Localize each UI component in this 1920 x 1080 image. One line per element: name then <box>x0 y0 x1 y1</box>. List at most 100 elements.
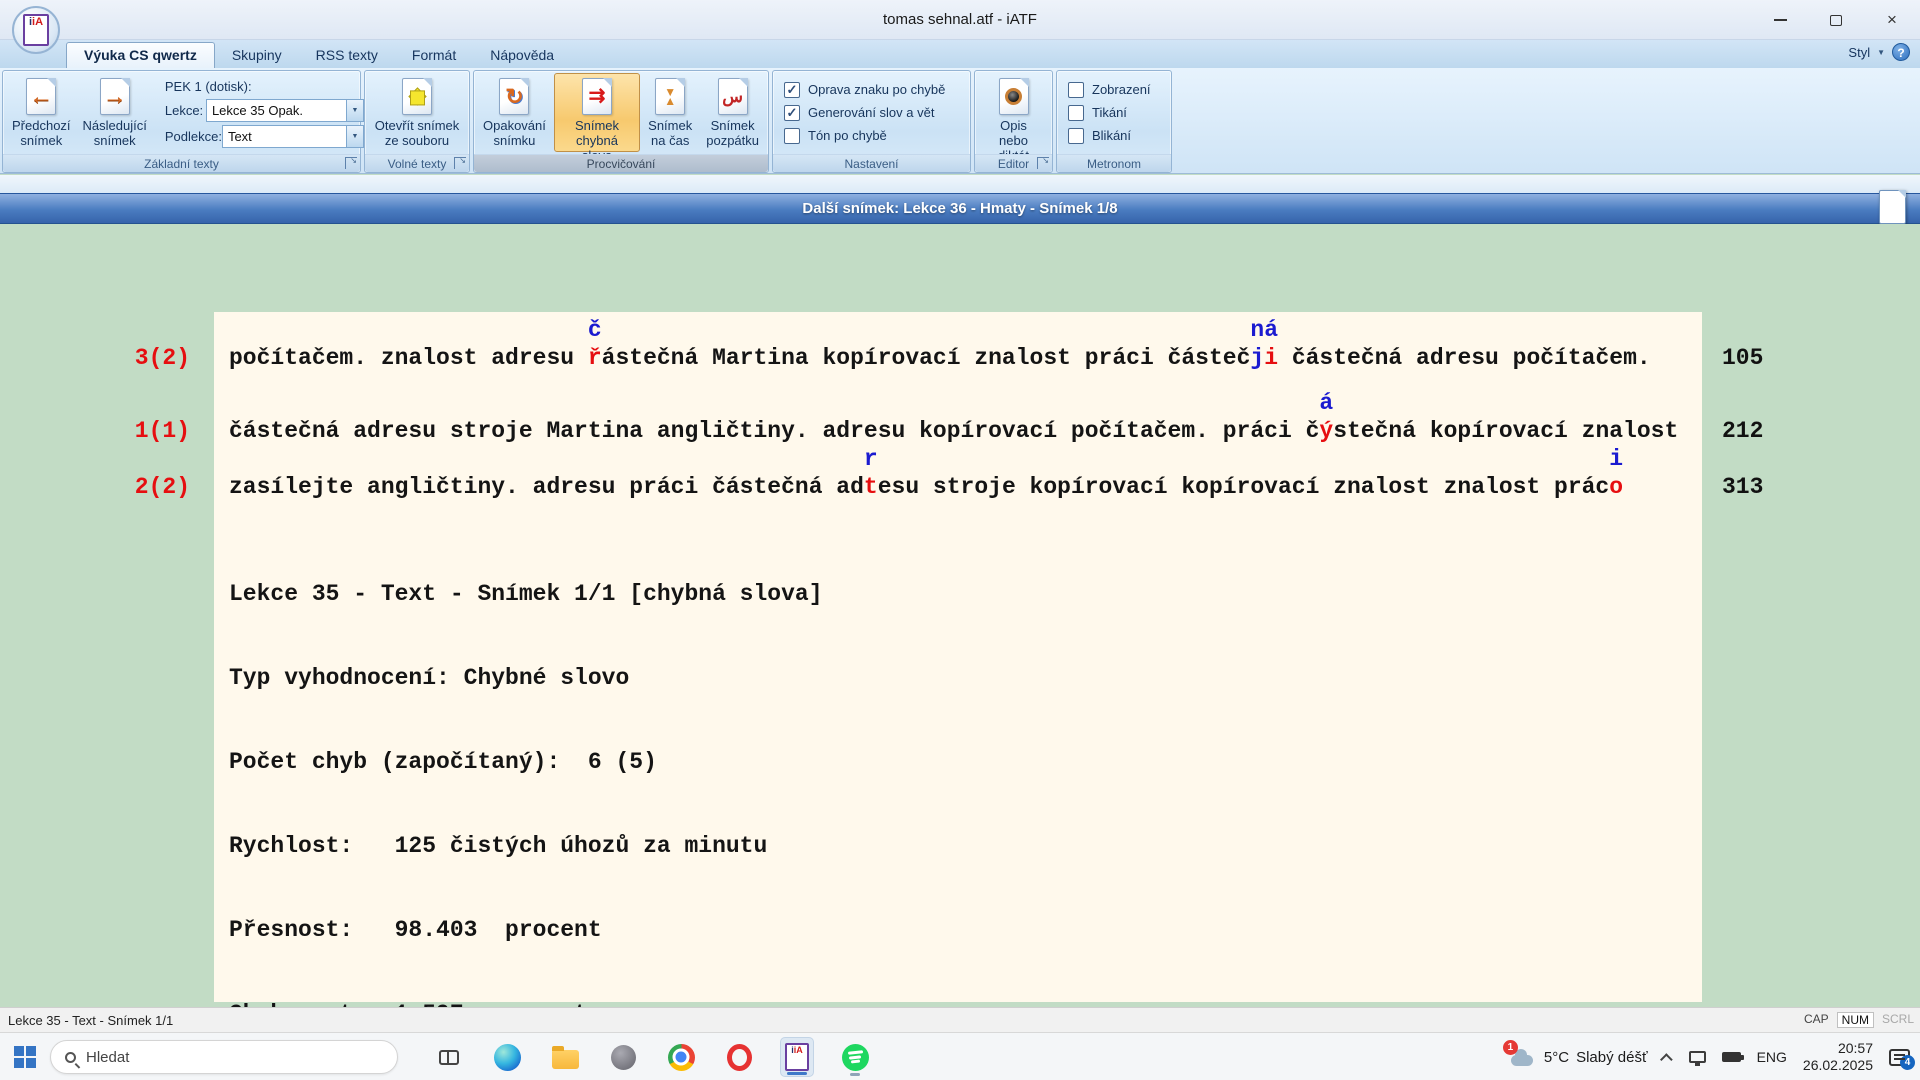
checkbox-icon[interactable]: ✓ <box>1068 128 1084 144</box>
chevron-down-icon[interactable]: ▼ <box>346 100 363 121</box>
checkbox-icon[interactable]: ✓ <box>784 105 800 121</box>
ribbon-tab-row: iiA Výuka CS qwertz Skupiny RSS texty Fo… <box>0 40 1920 68</box>
page-next-icon: → <box>100 78 130 115</box>
speaker-icon <box>999 78 1029 115</box>
task-view-icon <box>439 1050 459 1065</box>
ribbon-group-procvicovani: ↻ Opakování snímku ⇉ Snímek chybná slova… <box>473 70 769 173</box>
edge-button[interactable] <box>490 1037 524 1077</box>
checkbox-ton-po-chybe[interactable]: ✓ Tón po chybě <box>784 128 959 144</box>
checkbox-zobrazeni[interactable]: ✓ Zobrazení <box>1068 82 1160 98</box>
dialog-launcher-icon[interactable] <box>454 157 466 169</box>
task-view-button[interactable] <box>432 1037 466 1077</box>
result-line: Přesnost: 98.403 procent <box>229 916 1920 944</box>
repeat-slide-button[interactable]: ↻ Opakování snímku <box>477 73 552 152</box>
group-label-metronom: Metronom <box>1057 154 1171 172</box>
folder-icon <box>552 1050 579 1069</box>
backwards-slide-button[interactable]: س Snímek pozpátku <box>700 73 765 152</box>
tab-napoveda[interactable]: Nápověda <box>473 43 571 68</box>
checkbox-oprava-znaku[interactable]: ✓ Oprava znaku po chybě <box>784 82 959 98</box>
ribbon-group-volne-texty: Otevřít snímek ze souboru Volné texty <box>364 70 470 173</box>
chevron-down-icon[interactable]: ▼ <box>346 126 363 147</box>
taskbar: Hledat iiA 1 <box>0 1032 1920 1080</box>
annotation-line: á <box>214 389 1702 417</box>
maximize-button[interactable] <box>1808 0 1864 40</box>
maximize-icon <box>1830 15 1842 26</box>
result-line: Typ vyhodnocení: Chybné slovo <box>229 664 1920 692</box>
lekce-combobox[interactable]: Lekce 35 Opak. ▼ <box>206 99 364 122</box>
chrome-button[interactable] <box>664 1037 698 1077</box>
date: 26.02.2025 <box>1803 1057 1873 1074</box>
result-line: Počet chyb (započítaný): 6 (5) <box>229 748 1920 776</box>
tab-vyuka-cs-qwertz[interactable]: Výuka CS qwertz <box>66 42 215 68</box>
checkbox-icon[interactable]: ✓ <box>784 128 800 144</box>
status-text: Lekce 35 - Text - Snímek 1/1 <box>0 1013 173 1028</box>
error-count: 3(2) <box>0 344 214 372</box>
next-slide-button[interactable]: → Následující snímek <box>77 73 153 152</box>
exercise-area: č ná 3(2) počítačem. znalost adresu řást… <box>0 224 1920 1007</box>
exercise-text: zasílejte angličtiny. adresu práci částe… <box>214 473 1702 501</box>
weather-widget[interactable]: 1 5°C Slabý déšť <box>1509 1047 1648 1067</box>
desktop: tomas sehnal.atf - iATF × iiA Výuka CS q… <box>0 0 1920 1080</box>
gray-app-icon <box>611 1045 636 1070</box>
podlekce-combobox[interactable]: Text ▼ <box>222 125 364 148</box>
spotify-button[interactable] <box>838 1037 872 1077</box>
group-label-nastaveni: Nastavení <box>773 154 970 172</box>
notification-badge: 4 <box>1900 1055 1915 1070</box>
search-input[interactable]: Hledat <box>50 1040 398 1074</box>
start-button[interactable] <box>14 1046 36 1068</box>
dialog-launcher-icon[interactable] <box>1037 157 1049 169</box>
spotify-icon <box>842 1044 869 1071</box>
clock[interactable]: 20:57 26.02.2025 <box>1803 1040 1873 1074</box>
window-controls: × <box>1752 0 1920 40</box>
exercise-text: počítačem. znalost adresu řástečná Marti… <box>214 344 1702 372</box>
checkbox-icon[interactable]: ✓ <box>784 82 800 98</box>
opera-button[interactable] <box>722 1037 756 1077</box>
file-explorer-button[interactable] <box>548 1037 582 1077</box>
results-block: Lekce 35 - Text - Snímek 1/1 [chybná slo… <box>229 524 1920 1007</box>
notification-icon[interactable]: 4 <box>1889 1049 1910 1066</box>
checkbox-tikani[interactable]: ✓ Tikání <box>1068 105 1160 121</box>
dialog-launcher-icon[interactable] <box>345 157 357 169</box>
exercise-text: částečná adresu stroje Martina angličtin… <box>214 417 1702 445</box>
pek-label: PEK 1 (dotisk): <box>165 76 364 98</box>
tab-rss-texty[interactable]: RSS texty <box>299 43 395 68</box>
hourglass-icon: ▼▲ <box>655 78 685 115</box>
iatf-taskbar-button[interactable]: iiA <box>780 1037 814 1077</box>
chevron-down-icon[interactable]: ▼ <box>1877 48 1885 57</box>
minimize-button[interactable] <box>1752 0 1808 40</box>
search-label: Hledat <box>86 1049 129 1066</box>
help-icon[interactable]: ? <box>1892 43 1910 61</box>
ribbon-group-metronom: ✓ Zobrazení ✓ Tikání ✓ Blikání Metronom <box>1056 70 1172 173</box>
checkbox-blikani[interactable]: ✓ Blikání <box>1068 128 1160 144</box>
open-slide-from-file-button[interactable]: Otevřít snímek ze souboru <box>369 73 466 152</box>
tray-expand-icon[interactable] <box>1660 1053 1673 1066</box>
chrome-icon <box>668 1044 695 1071</box>
style-menu[interactable]: Styl <box>1848 45 1870 60</box>
previous-slide-button[interactable]: ← Předchozí snímek <box>6 73 77 152</box>
weather-temp: 5°C <box>1544 1049 1569 1066</box>
language-indicator[interactable]: ENG <box>1757 1049 1787 1065</box>
checkbox-generovani-slov[interactable]: ✓ Generování slov a vět <box>784 105 959 121</box>
dictation-button[interactable]: Opis nebo diktát <box>978 73 1049 152</box>
checkbox-icon[interactable]: ✓ <box>1068 82 1084 98</box>
scroll-indicator: SCRL <box>1882 1012 1914 1028</box>
tab-format[interactable]: Formát <box>395 43 473 68</box>
monitor-icon[interactable] <box>1689 1051 1706 1063</box>
stroke-count: 212 <box>1702 417 1763 445</box>
page-prev-icon: ← <box>26 78 56 115</box>
search-icon <box>65 1052 76 1063</box>
gray-app-button[interactable] <box>606 1037 640 1077</box>
opera-icon <box>727 1044 752 1071</box>
timed-slide-button[interactable]: ▼▲ Snímek na čas <box>642 73 698 152</box>
weather-desc: Slabý déšť <box>1576 1049 1648 1066</box>
caps-indicator: CAP <box>1804 1012 1829 1028</box>
error-words-slide-button[interactable]: ⇉ Snímek chybná slova <box>554 73 640 152</box>
group-label-volne-texty: Volné texty <box>365 154 469 172</box>
app-menu-button[interactable]: iiA <box>12 6 60 54</box>
battery-icon[interactable] <box>1722 1052 1741 1062</box>
close-button[interactable]: × <box>1864 0 1920 40</box>
group-label-zakladni-texty: Základní texty <box>3 154 360 172</box>
checkbox-icon[interactable]: ✓ <box>1068 105 1084 121</box>
document-icon[interactable] <box>1879 190 1906 224</box>
tab-skupiny[interactable]: Skupiny <box>215 43 299 68</box>
